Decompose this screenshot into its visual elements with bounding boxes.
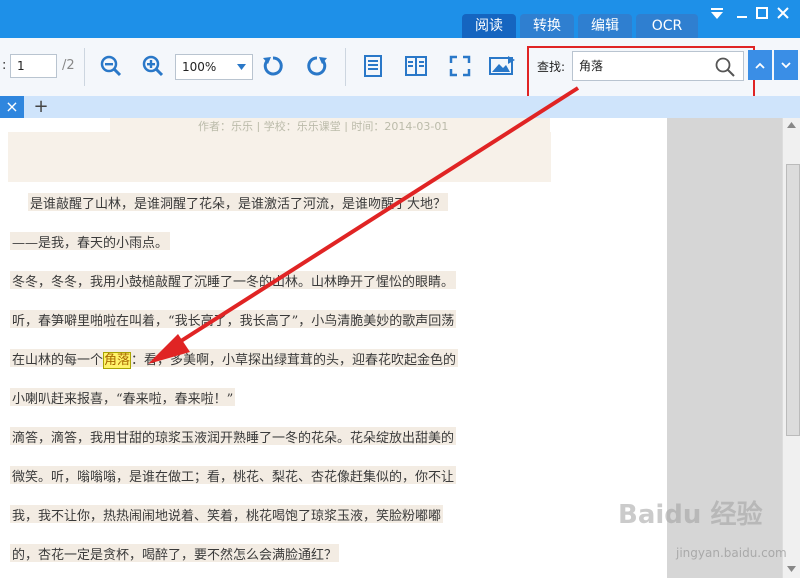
paragraph-line: 滴答，滴答，我用甘甜的琼浆玉液润开熟睡了一冬的花朵。花朵绽放出甜美的 — [10, 427, 457, 446]
paragraph-line: 小喇叭赶来报喜，“春来啦，春来啦！” — [10, 388, 236, 407]
search-highlight: 角落 — [103, 352, 132, 369]
add-tab-button[interactable]: + — [32, 96, 50, 118]
minimize-icon[interactable] — [733, 6, 751, 24]
document-tab-strip: × + — [0, 96, 800, 119]
paragraph-line: ——是我，春天的小雨点。 — [10, 232, 171, 251]
line-text-before: 在山林的每一个 — [12, 353, 104, 368]
page-label: : — [2, 58, 7, 73]
watermark-url: jingyan.baidu.com — [676, 546, 787, 560]
line-text-after: ：看，多美啊，小草探出绿茸茸的头，迎春花吹起金色的 — [131, 353, 457, 368]
zoom-in-icon — [142, 55, 164, 77]
page-band — [8, 132, 551, 182]
close-tab-button[interactable]: × — [0, 96, 24, 118]
page-number-input[interactable]: 1 — [10, 54, 57, 78]
tab-convert[interactable]: 转换 — [520, 14, 574, 38]
paragraph-line-highlighted: 在山林的每一个角落：看，多美啊，小草探出绿茸茸的头，迎春花吹起金色的 — [10, 349, 459, 369]
double-page-button[interactable] — [401, 51, 431, 81]
paragraph-line: 冬冬，冬冬，我用小鼓槌敲醒了沉睡了一冬的山林。山林睁开了惺忪的眼睛。 — [10, 271, 457, 290]
fullscreen-icon — [449, 55, 471, 77]
chevron-down-icon — [237, 64, 246, 70]
rotate-right-icon — [307, 56, 327, 76]
close-icon[interactable] — [774, 6, 792, 24]
toolbar-separator — [84, 48, 85, 86]
single-page-icon — [364, 55, 382, 77]
menu-dropdown-icon[interactable] — [708, 6, 726, 24]
vertical-scrollbar[interactable] — [782, 118, 800, 578]
title-bar: 阅读 转换 编辑 OCR — [0, 0, 800, 38]
scroll-up-icon — [787, 122, 796, 128]
search-prev-button[interactable] — [748, 50, 772, 80]
zoom-out-button[interactable] — [96, 51, 126, 81]
watermark-brand: Baidu 经验 — [618, 500, 763, 530]
paragraph-line: 是谁敲醒了山林，是谁洞醒了花朵，是谁激活了河流，是谁吻醒了大地？ — [28, 193, 449, 212]
zoom-in-button[interactable] — [138, 51, 168, 81]
page-total: /2 — [62, 58, 75, 73]
rotate-right-button[interactable] — [302, 51, 332, 81]
chevron-up-icon — [755, 62, 765, 69]
paragraph-line: 微笑。听，嗡嗡嗡，是谁在做工；看，桃花、梨花、杏花像赶集似的，你不让 — [10, 466, 457, 485]
single-page-button[interactable] — [358, 51, 388, 81]
paragraph-line: 听，春笋噼里啪啦在叫着，“我长高了，我长高了”，小鸟清脆美妙的歌声回荡 — [10, 310, 457, 329]
rotate-left-icon — [263, 56, 283, 76]
scrollbar-thumb[interactable] — [786, 164, 800, 436]
zoom-select[interactable]: 100% — [175, 54, 253, 80]
document-viewer: 作者：乐乐 | 学校：乐乐课堂 | 时间：2014-03-01 是谁敲醒了山林，… — [0, 118, 667, 578]
paragraph-line: 我，我不让你，热热闹闹地说着、笑着，桃花喝饱了琼浆玉液，笑脸粉嘟嘟 — [10, 505, 444, 524]
tab-ocr[interactable]: OCR — [636, 14, 698, 38]
search-next-button[interactable] — [774, 50, 798, 80]
rotate-left-button[interactable] — [258, 51, 288, 81]
toolbar-separator — [345, 48, 346, 86]
scroll-down-icon — [787, 566, 796, 572]
toolbar: : 1 /2 100% 查找: 角落 — [0, 38, 800, 98]
image-button[interactable] — [487, 51, 517, 81]
zoom-out-icon — [100, 55, 122, 77]
fullscreen-button[interactable] — [445, 51, 475, 81]
zoom-value: 100% — [182, 60, 217, 74]
double-page-icon — [405, 56, 427, 76]
paragraph-line: 的，杏花一定是贪杯，喝醉了，要不然怎么会满脸通红？ — [10, 544, 340, 563]
image-icon — [489, 56, 515, 75]
tab-read[interactable]: 阅读 — [462, 14, 516, 38]
tab-edit[interactable]: 编辑 — [578, 14, 632, 38]
chevron-down-icon — [781, 61, 791, 68]
annotation-box — [527, 46, 755, 98]
maximize-icon[interactable] — [753, 6, 771, 24]
